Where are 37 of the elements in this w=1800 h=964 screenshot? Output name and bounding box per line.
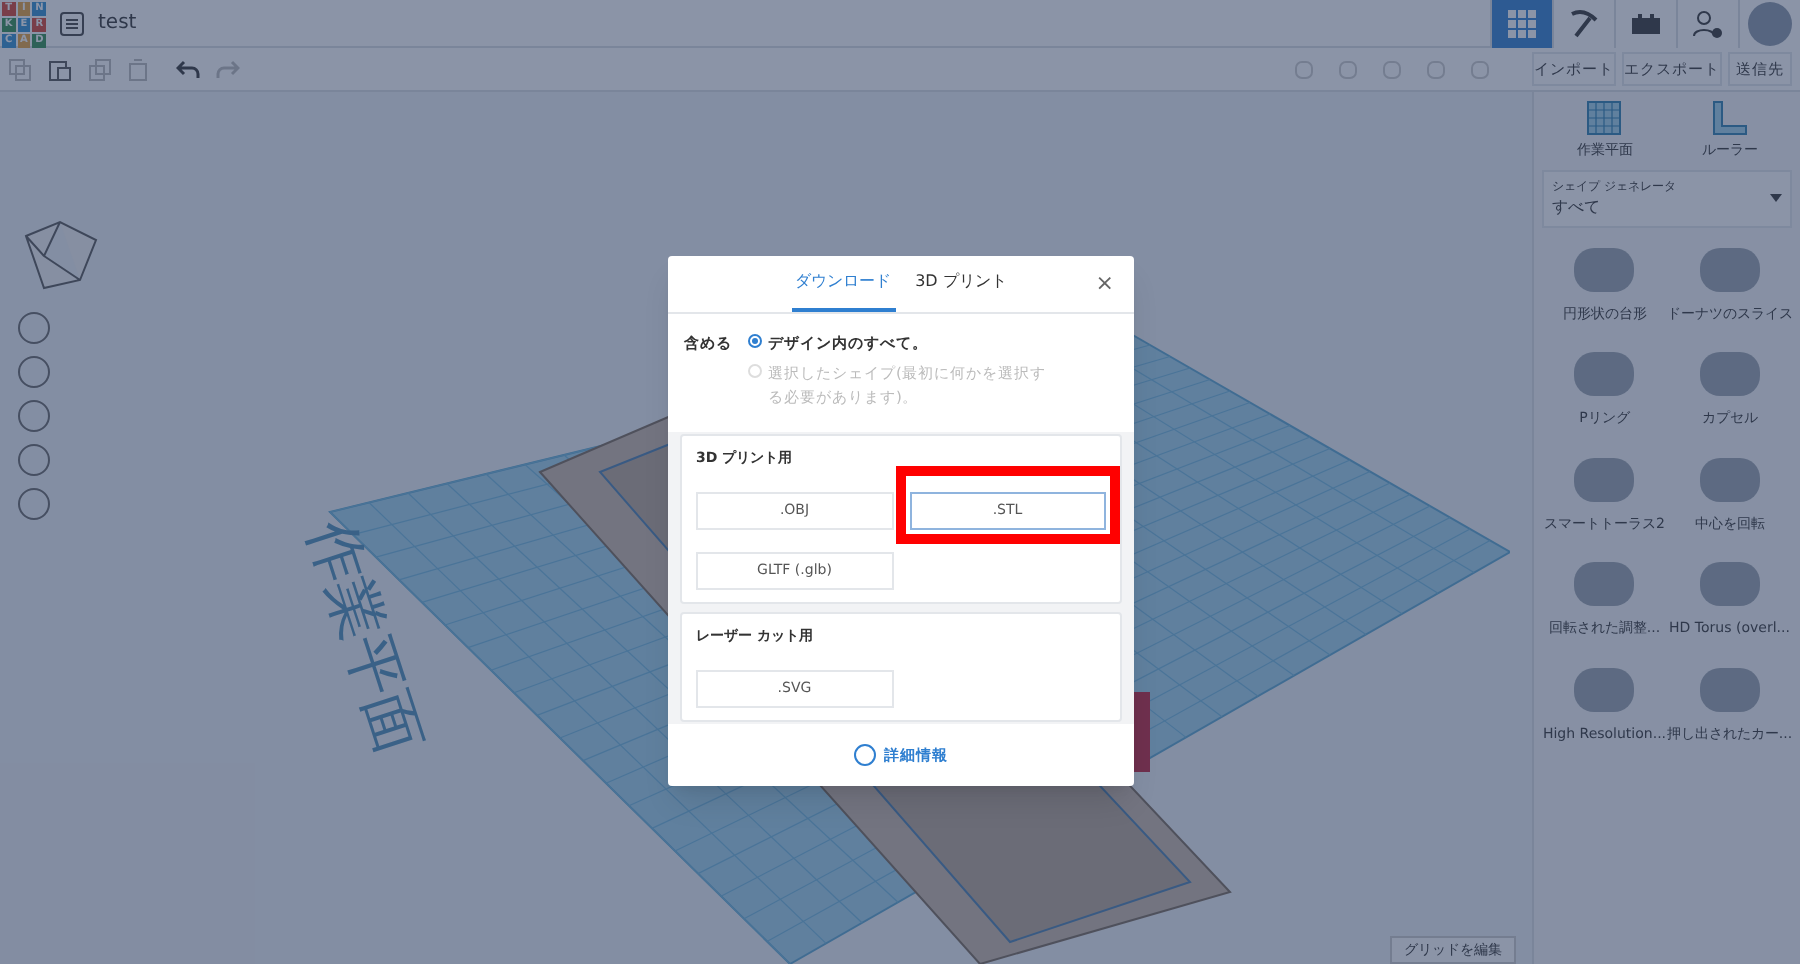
- redo-icon[interactable]: [216, 59, 240, 79]
- shape-thumbnail: [1699, 247, 1760, 291]
- ruler-icon: [1711, 100, 1748, 136]
- avatar: [1748, 1, 1792, 45]
- shape-thumbnail: [1699, 352, 1760, 396]
- copy-icon[interactable]: [8, 57, 32, 81]
- close-button[interactable]: ×: [1095, 272, 1114, 294]
- shape-thumbnail: [1574, 667, 1635, 711]
- paste-icon[interactable]: [48, 57, 72, 81]
- top-bar-button[interactable]: [1490, 0, 1552, 47]
- workplane-label: 作業平面: [291, 510, 437, 766]
- shape-thumbnail: [1699, 457, 1760, 501]
- top-bar-button[interactable]: [1552, 0, 1614, 47]
- dialog-tab[interactable]: 3D プリント: [911, 256, 1011, 312]
- dialog-tab[interactable]: ダウンロード: [791, 256, 896, 312]
- top-bar-button[interactable]: [1738, 0, 1800, 47]
- top-bar-button[interactable]: [1676, 0, 1738, 47]
- brick-icon: [1630, 11, 1662, 35]
- shape-thumbnail: [1699, 667, 1760, 711]
- help-icon: [854, 744, 876, 767]
- workplane-grid-icon: [1586, 100, 1623, 136]
- shape-thumbnail: [1574, 457, 1635, 501]
- top-bar-button[interactable]: [1614, 0, 1676, 47]
- list-icon[interactable]: [60, 11, 84, 35]
- user-add-icon: [1692, 7, 1724, 39]
- undo-icon[interactable]: [176, 59, 200, 79]
- duplicate-icon[interactable]: [88, 57, 112, 81]
- design-name[interactable]: test: [98, 8, 137, 38]
- trash-icon[interactable]: [128, 57, 148, 81]
- shape-thumbnail: [1574, 562, 1635, 606]
- pickaxe-icon: [1568, 7, 1600, 39]
- grid-icon: [1508, 9, 1536, 37]
- shape-thumbnail: [1574, 247, 1635, 291]
- dropdown-caret-icon: [1770, 194, 1782, 202]
- radio-button[interactable]: [748, 334, 762, 348]
- shape-thumbnail: [1699, 562, 1760, 606]
- shape-thumbnail: [1574, 352, 1635, 396]
